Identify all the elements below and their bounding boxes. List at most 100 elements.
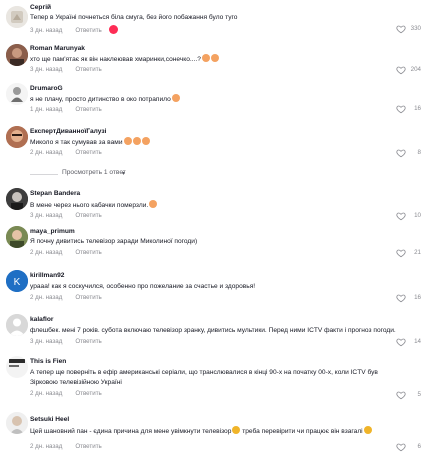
like-count: 16 [414,294,421,301]
comment-time: 2 дн. назад [30,443,63,450]
avatar[interactable] [6,356,28,378]
like-heart-icon[interactable] [396,211,406,221]
emoji-icon [201,54,210,62]
view-replies-button[interactable]: Просмотреть 1 ответ ▾ [0,169,428,179]
like-heart-icon[interactable] [396,148,406,158]
avatar[interactable] [6,6,28,28]
comment-time: 2 дн. назад [30,149,63,156]
like-count: 14 [414,338,421,345]
comment-time: 3 дн. назад [30,212,63,219]
like-heart-icon[interactable] [396,442,406,452]
avatar[interactable]: K [6,270,28,292]
avatar[interactable] [6,188,28,210]
emoji-icon [149,200,158,208]
emoji-icon [363,426,372,434]
avatar[interactable] [6,314,28,336]
comment-author[interactable]: Setsuki Heel [30,416,69,423]
chevron-down-icon[interactable]: ▾ [122,170,125,177]
comment-text-body: В мене через нього кабачки померзли. [30,202,149,209]
comment-meta: 3 дн. назад Ответить [30,212,102,219]
comment-text-body: А тепер ще поверніть в ефір американські… [30,369,378,386]
comment-time: 3 дн. назад [30,338,63,345]
comment-text-body: Миколо я так сумував за вами [30,139,123,146]
creator-liked-badge [108,25,118,34]
comment-time: 1 дн. назад [30,106,63,113]
comment-author[interactable]: kalaflor [30,316,53,323]
comment-item: Сергій Тепер в Україні почнеться біла см… [0,0,428,36]
comment-text-body: Я почну дивитись телевізор заради Миколи… [30,238,198,245]
comment-text-body: флешбек. мені 7 років. субота включаю те… [30,327,396,334]
comment-text: урааа! как я соскучился, особенно про по… [30,282,406,292]
avatar[interactable] [6,126,28,148]
comment-author[interactable]: This is Fien [30,358,66,365]
reply-button[interactable]: Ответить [75,294,101,301]
view-replies-label[interactable]: Просмотреть 1 ответ [62,169,126,176]
comment-author[interactable]: ЕкспертДиванноїГалузі [30,128,106,135]
reply-button[interactable]: Ответить [75,66,101,73]
emoji-icon [141,137,150,145]
comment-time: 3 дн. назад [30,27,63,34]
comment-meta: 2 дн. назад Ответить [30,390,102,397]
reply-button[interactable]: Ответить [75,249,101,256]
comment-meta: 3 дн. назад Ответить [30,25,118,34]
reply-button[interactable]: Ответить [75,149,101,156]
reply-button[interactable]: Ответить [75,27,101,34]
comment-author[interactable]: kirillman92 [30,272,64,279]
comment-text-body: я не плачу, просто дитинство в око потра… [30,96,171,103]
reply-button[interactable]: Ответить [75,212,101,219]
reply-button[interactable]: Ответить [75,390,101,397]
comment-item: Stepan Bandera В мене через нього кабачк… [0,186,428,222]
comment-text: Цей шановний пан - єдина причина для мен… [30,426,406,437]
comment-meta: 2 дн. назад Ответить [30,443,102,450]
comment-text-body: Тепер в Україні почнеться біла смуга, бе… [30,14,238,21]
comment-text: Тепер в Україні почнеться біла смуга, бе… [30,13,406,23]
like-heart-icon[interactable] [396,104,406,114]
comment-author[interactable]: DrumaroG [30,85,63,92]
comment-item: This is Fien А тепер ще поверніть в ефір… [0,354,428,400]
reply-button[interactable]: Ответить [75,443,101,450]
comment-item: Roman Marunyak хто ще пам'ятає як він на… [0,40,428,76]
like-count: 330 [410,25,421,32]
comment-meta: 2 дн. назад Ответить [30,149,102,156]
comment-author[interactable]: Сергій [30,4,51,11]
like-heart-icon[interactable] [396,24,406,34]
comment-author[interactable]: Stepan Bandera [30,190,80,197]
comment-meta: 2 дн. назад Ответить [30,249,102,256]
comment-item: ЕкспертДиванноїГалузі Миколо я так сумув… [0,123,428,163]
like-count: 16 [414,105,421,112]
comment-time: 2 дн. назад [30,390,63,397]
comment-text-body: хто ще пам'ятає як він наклеював хмаринк… [30,56,201,63]
like-count: 6 [417,443,421,450]
like-heart-icon[interactable] [396,390,406,400]
comment-text-body: Цей шановний пан - єдина причина для мен… [30,428,232,435]
comment-text: Я почну дивитись телевізор заради Миколи… [30,237,406,247]
like-count: 8 [417,149,421,156]
comment-author[interactable]: Roman Marunyak [30,45,85,52]
comment-item: Setsuki Heel Цей шановний пан - єдина пр… [0,410,428,454]
emoji-icon [123,137,132,145]
comment-author[interactable]: maya_primum [30,228,75,235]
like-heart-icon[interactable] [396,337,406,347]
comment-item: DrumaroG я не плачу, просто дитинство в … [0,80,428,116]
comment-meta: 3 дн. назад Ответить [30,66,102,73]
avatar[interactable] [6,83,28,105]
emoji-icon [171,94,180,102]
comment-item: kalaflor флешбек. мені 7 років. субота в… [0,312,428,350]
like-heart-icon[interactable] [396,293,406,303]
avatar[interactable] [6,44,28,66]
reply-button[interactable]: Ответить [75,338,101,345]
like-count: 21 [414,249,421,256]
comment-meta: 3 дн. назад Ответить [30,338,102,345]
avatar[interactable] [6,412,28,434]
like-heart-icon[interactable] [396,248,406,258]
comment-item: K kirillman92 урааа! как я соскучился, о… [0,268,428,304]
reply-button[interactable]: Ответить [75,106,101,113]
comment-text: Миколо я так сумував за вами [30,137,406,148]
avatar[interactable] [6,226,28,248]
comment-text-body: урааа! как я соскучился, особенно про по… [30,283,256,290]
like-heart-icon[interactable] [396,65,406,75]
comment-text: я не плачу, просто дитинство в око потра… [30,94,406,105]
like-count: 5 [417,391,421,398]
comment-text: А тепер ще поверніть в ефір американські… [30,368,406,388]
like-count: 204 [410,66,421,73]
